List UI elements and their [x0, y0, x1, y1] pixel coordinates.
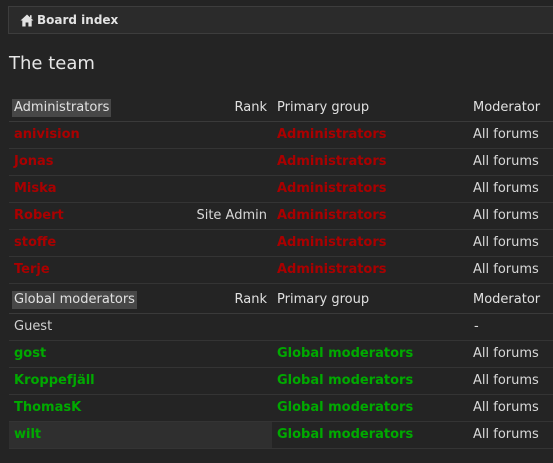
primary-group-link[interactable]: Administrators: [277, 122, 387, 148]
moderator-header: Moderator: [473, 292, 541, 307]
table-row: stoffe Administrators All forums: [9, 230, 553, 257]
primary-group-link[interactable]: Global moderators: [277, 422, 413, 448]
group-header: Administrators: [12, 99, 112, 117]
username-link[interactable]: anivision: [14, 122, 80, 148]
moderator-cell: All forums: [473, 235, 539, 250]
moderator-cell: All forums: [473, 127, 539, 142]
rank-cell: Site Admin: [196, 208, 267, 223]
username-link[interactable]: Robert: [14, 203, 64, 229]
moderator-header: Moderator: [473, 100, 541, 115]
primary-group-link[interactable]: Administrators: [277, 203, 387, 229]
global-moderators-header-row: Global moderators Rank Primary group Mod…: [9, 287, 553, 314]
primary-group-header: Primary group: [277, 100, 370, 115]
table-row: Robert Site Admin Administrators All for…: [9, 203, 553, 230]
moderator-cell: All forums: [473, 208, 539, 223]
primary-group-link[interactable]: Administrators: [277, 230, 387, 256]
username-link[interactable]: wilt: [14, 422, 41, 448]
breadcrumb: Board index: [8, 6, 553, 34]
table-row: anivision Administrators All forums: [9, 122, 553, 149]
table-row: Guest -: [9, 314, 553, 341]
primary-group-link[interactable]: Global moderators: [277, 341, 413, 367]
primary-group-link[interactable]: Global moderators: [277, 368, 413, 394]
administrators-header-row: Administrators Rank Primary group Modera…: [9, 95, 553, 122]
primary-group-link[interactable]: Administrators: [277, 176, 387, 202]
username-link[interactable]: stoffe: [14, 230, 56, 256]
username-link[interactable]: gost: [14, 341, 46, 367]
table-row: ThomasK Global moderators All forums: [9, 395, 553, 422]
moderator-cell: All forums: [473, 262, 539, 277]
breadcrumb-board-index-link[interactable]: Board index: [37, 13, 118, 27]
moderator-cell: All forums: [473, 346, 539, 361]
moderator-cell: All forums: [473, 400, 539, 415]
primary-group-link[interactable]: Administrators: [277, 149, 387, 175]
moderator-cell: All forums: [473, 373, 539, 388]
primary-group-link[interactable]: Administrators: [277, 257, 387, 283]
rank-header: Rank: [234, 292, 267, 307]
moderator-cell: All forums: [473, 427, 539, 442]
username-link[interactable]: Terje: [14, 257, 50, 283]
username-link[interactable]: Kroppefjäll: [14, 368, 95, 394]
username-link[interactable]: Jonas: [14, 149, 54, 175]
primary-group-header: Primary group: [277, 292, 370, 307]
table-row: wilt Global moderators All forums: [9, 422, 553, 449]
username-link[interactable]: Miska: [14, 176, 57, 202]
administrators-table: Administrators Rank Primary group Modera…: [9, 95, 553, 284]
table-row: gost Global moderators All forums: [9, 341, 553, 368]
primary-group-link[interactable]: Global moderators: [277, 395, 413, 421]
group-header: Global moderators: [12, 291, 137, 309]
global-moderators-table: Global moderators Rank Primary group Mod…: [9, 287, 553, 449]
username-link[interactable]: ThomasK: [14, 395, 81, 421]
home-icon[interactable]: [20, 14, 34, 27]
username-label: Guest: [14, 319, 53, 334]
table-row: Jonas Administrators All forums: [9, 149, 553, 176]
row-hover-highlight: [9, 422, 272, 448]
table-row: Terje Administrators All forums: [9, 257, 553, 284]
moderator-cell: All forums: [473, 154, 539, 169]
moderator-cell: All forums: [473, 181, 539, 196]
table-row: Kroppefjäll Global moderators All forums: [9, 368, 553, 395]
moderator-cell: -: [474, 319, 479, 334]
page-title: The team: [9, 53, 95, 74]
table-row: Miska Administrators All forums: [9, 176, 553, 203]
rank-header: Rank: [234, 100, 267, 115]
